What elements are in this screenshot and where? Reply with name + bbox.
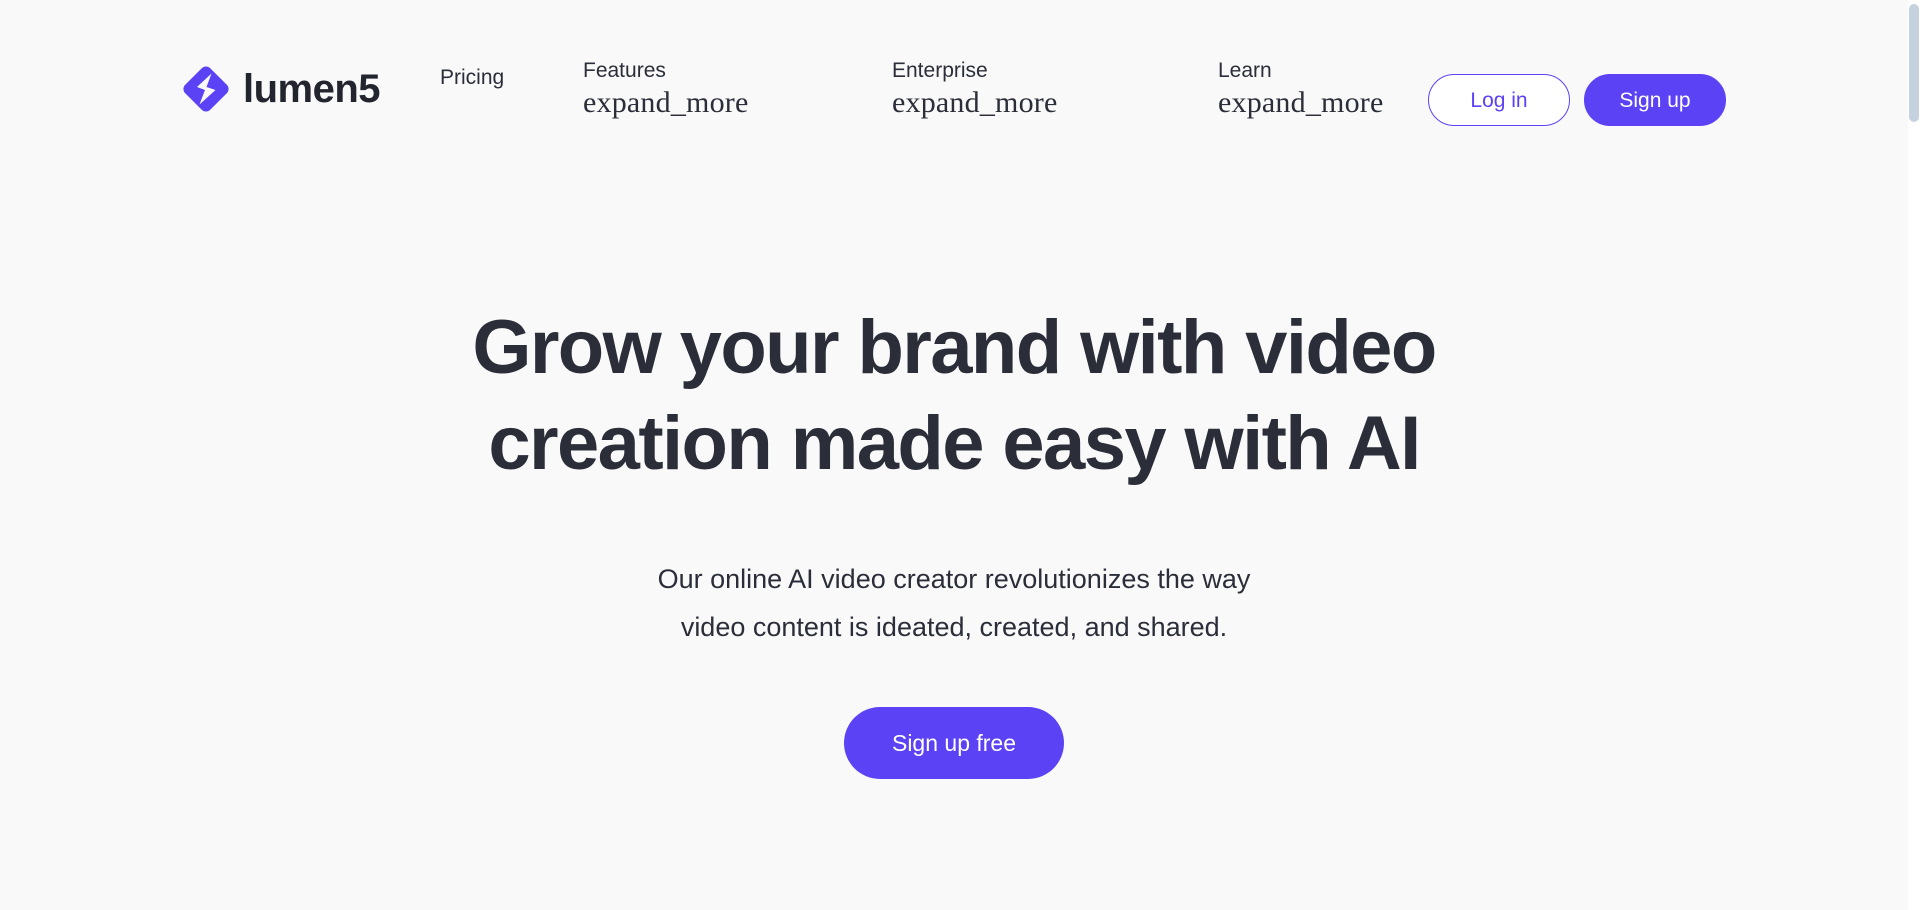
brand-logo-link[interactable]: lumen5 (180, 63, 381, 115)
nav-label-learn: Learn (1218, 59, 1272, 82)
nav-link-pricing-label[interactable]: Pricing (440, 56, 547, 100)
chevron-down-icon-features: expand_more (583, 86, 749, 119)
page-root: lumen5 Pricing Features expand_more Ente… (0, 0, 1908, 910)
nav-label-features: Features (583, 59, 666, 82)
hero-title-line-2: creation made easy with AI (488, 401, 1421, 486)
login-button[interactable]: Log in (1428, 74, 1570, 126)
site-header: lumen5 Pricing Features expand_more Ente… (0, 0, 1908, 160)
nav-item-enterprise[interactable]: Enterprise expand_more (892, 56, 1218, 121)
hero-title: Grow your brand with video creation made… (404, 300, 1504, 492)
vertical-scrollbar-track[interactable] (1908, 0, 1920, 910)
hero-subtitle: Our online AI video creator revolutioniz… (544, 555, 1364, 651)
nav-label-enterprise: Enterprise (892, 59, 988, 82)
hero-subtitle-line-1: Our online AI video creator revolutioniz… (657, 564, 1251, 594)
primary-nav: Pricing Features expand_more Enterprise … (440, 56, 1458, 121)
hero-title-line-1: Grow your brand with video (472, 305, 1437, 390)
nav-item-features[interactable]: Features expand_more (583, 56, 892, 121)
chevron-down-icon-learn: expand_more (1218, 86, 1384, 119)
hero-subtitle-line-2: video content is ideated, created, and s… (680, 612, 1228, 642)
hero-signup-free-button[interactable]: Sign up free (844, 707, 1064, 779)
brand-name: lumen5 (243, 67, 381, 111)
signup-button[interactable]: Sign up (1584, 74, 1726, 126)
lumen5-logo-icon (183, 66, 229, 112)
chevron-down-icon-enterprise: expand_more (892, 86, 1058, 119)
header-actions: Log in Sign up (1428, 74, 1726, 126)
nav-item-pricing[interactable]: Pricing (440, 56, 547, 100)
nav-item-learn[interactable]: Learn expand_more (1218, 56, 1458, 121)
vertical-scrollbar-thumb[interactable] (1909, 4, 1919, 122)
